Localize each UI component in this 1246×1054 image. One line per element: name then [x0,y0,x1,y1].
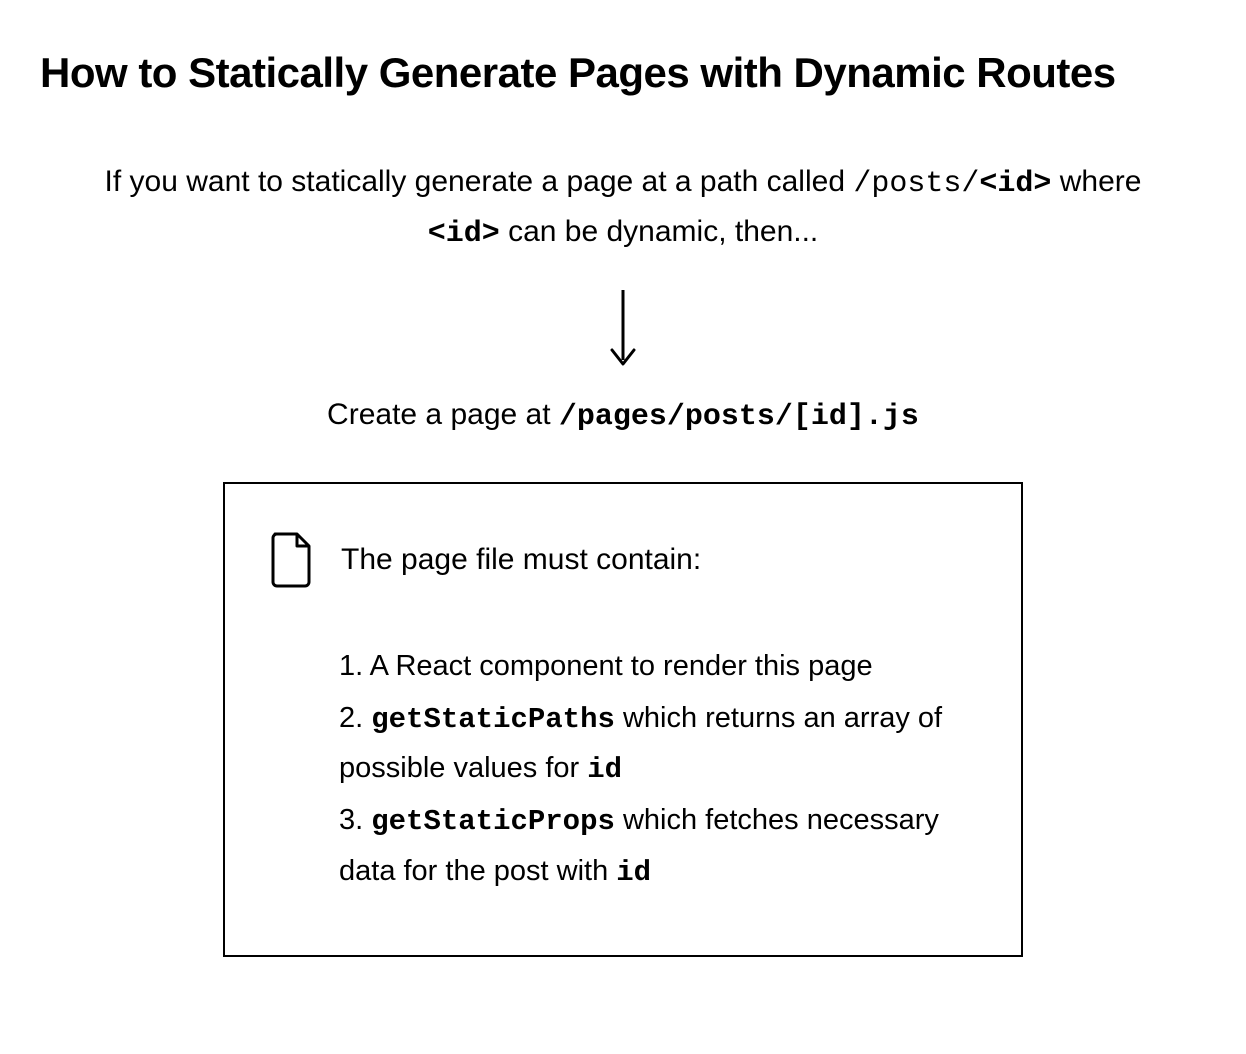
intro-text: If you want to statically generate a pag… [83,158,1163,258]
arrow-down-icon [606,288,640,368]
arrow-down-container [40,288,1206,368]
list-item: 3. getStaticProps which fetches necessar… [339,796,977,897]
item-text: getStaticPaths [371,703,615,736]
intro-id-code: <id> [979,167,1051,201]
file-contents-box: The page file must contain: 1. A React c… [223,482,1023,956]
item-number: 1. [339,650,363,682]
list-item: 2. getStaticPaths which returns an array… [339,694,977,795]
create-path: /pages/posts/[id].js [559,400,919,434]
intro-path-code: /posts/ [853,167,979,201]
intro-mid: where [1051,165,1141,198]
intro-id-code-2: <id> [428,217,500,251]
item-number: 2. [339,702,363,734]
create-prefix: Create a page at [327,398,559,431]
file-icon [269,532,313,588]
item-text: getStaticProps [371,805,615,838]
item-number: 3. [339,804,363,836]
item-text: id [616,856,651,889]
item-text: id [587,753,622,786]
box-items: 1. A React component to render this page… [269,642,977,896]
box-header: The page file must contain: [269,532,977,588]
create-page-text: Create a page at /pages/posts/[id].js [40,398,1206,434]
page-title: How to Statically Generate Pages with Dy… [40,48,1206,98]
box-title: The page file must contain: [341,543,701,577]
item-text: A React component to render this page [363,650,872,682]
intro-suffix: can be dynamic, then... [500,215,819,248]
list-item: 1. A React component to render this page [339,642,977,691]
intro-prefix: If you want to statically generate a pag… [105,165,854,198]
